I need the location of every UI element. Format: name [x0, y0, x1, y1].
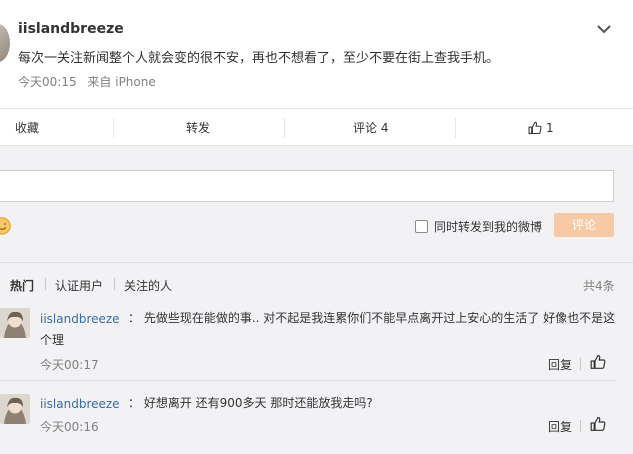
submit-comment-button[interactable]: 评论 — [554, 213, 614, 237]
comment-panel: 同时转发到我的微博 评论 热门 认证用户 关注的人 共4条 iislandbre… — [0, 146, 633, 454]
comment-filter-bar: 热门 认证用户 关注的人 共4条 — [0, 262, 633, 306]
post-text: 每次一关注新闻整个人就会变的很不安，再也不想看了，至少不要在街上查我手机。 — [18, 51, 500, 66]
action-divider — [455, 118, 456, 138]
repost-checkbox[interactable] — [415, 220, 428, 233]
comment-action-separator — [580, 358, 581, 370]
filter-separator — [45, 278, 46, 290]
post-username[interactable]: iislandbreeze — [18, 21, 124, 37]
smile-icon[interactable] — [0, 216, 16, 236]
action-divider — [284, 118, 285, 138]
post-source: 来自 iPhone — [87, 75, 156, 89]
comment-total: 共4条 — [583, 279, 615, 293]
post-action-bar: 收藏 转发 评论 4 1 — [0, 108, 633, 146]
post-time[interactable]: 今天00:15 — [18, 75, 77, 89]
weibo-post: iislandbreeze 每次一关注新闻整个人就会变的很不安，再也不想看了，至… — [0, 0, 633, 108]
filter-divider — [0, 262, 633, 263]
comment-divider — [0, 380, 617, 381]
comment-text: ： 先做些现在能做的事.. 对不起是我连累你们不能早点离开过上安心的生活了 好像… — [40, 311, 616, 347]
commenter-avatar[interactable] — [0, 308, 30, 338]
action-divider — [113, 118, 114, 138]
comment-button[interactable]: 评论 4 — [353, 109, 388, 147]
comment-reply-button[interactable]: 回复 — [548, 356, 572, 373]
repost-button[interactable]: 转发 — [186, 109, 210, 147]
filter-following[interactable]: 关注的人 — [124, 277, 172, 294]
commenter-avatar[interactable] — [0, 394, 30, 424]
filter-separator — [114, 278, 115, 290]
post-avatar[interactable] — [0, 24, 10, 62]
like-count: 1 — [546, 121, 554, 135]
like-button[interactable]: 1 — [528, 109, 554, 147]
favorite-button[interactable]: 收藏 — [15, 109, 39, 147]
chevron-down-icon[interactable] — [596, 22, 612, 36]
thumbs-up-icon[interactable] — [590, 354, 606, 370]
comment-reply-button[interactable]: 回复 — [548, 418, 572, 435]
repost-checkbox-label[interactable]: 同时转发到我的微博 — [434, 218, 542, 235]
filter-verified[interactable]: 认证用户 — [55, 277, 103, 294]
filter-hot[interactable]: 热门 — [10, 277, 34, 294]
comment-time: 今天00:17 — [40, 358, 99, 372]
thumbs-up-icon — [528, 121, 542, 135]
post-meta: 今天00:15 来自 iPhone — [18, 73, 163, 90]
comment-time: 今天00:16 — [40, 420, 99, 434]
thumbs-up-icon[interactable] — [590, 416, 606, 432]
comment-text: ： 好想离开 还有900多天 那时还能放我走吗? — [128, 396, 373, 410]
comment-action-separator — [580, 420, 581, 432]
comment-input[interactable] — [0, 170, 614, 202]
